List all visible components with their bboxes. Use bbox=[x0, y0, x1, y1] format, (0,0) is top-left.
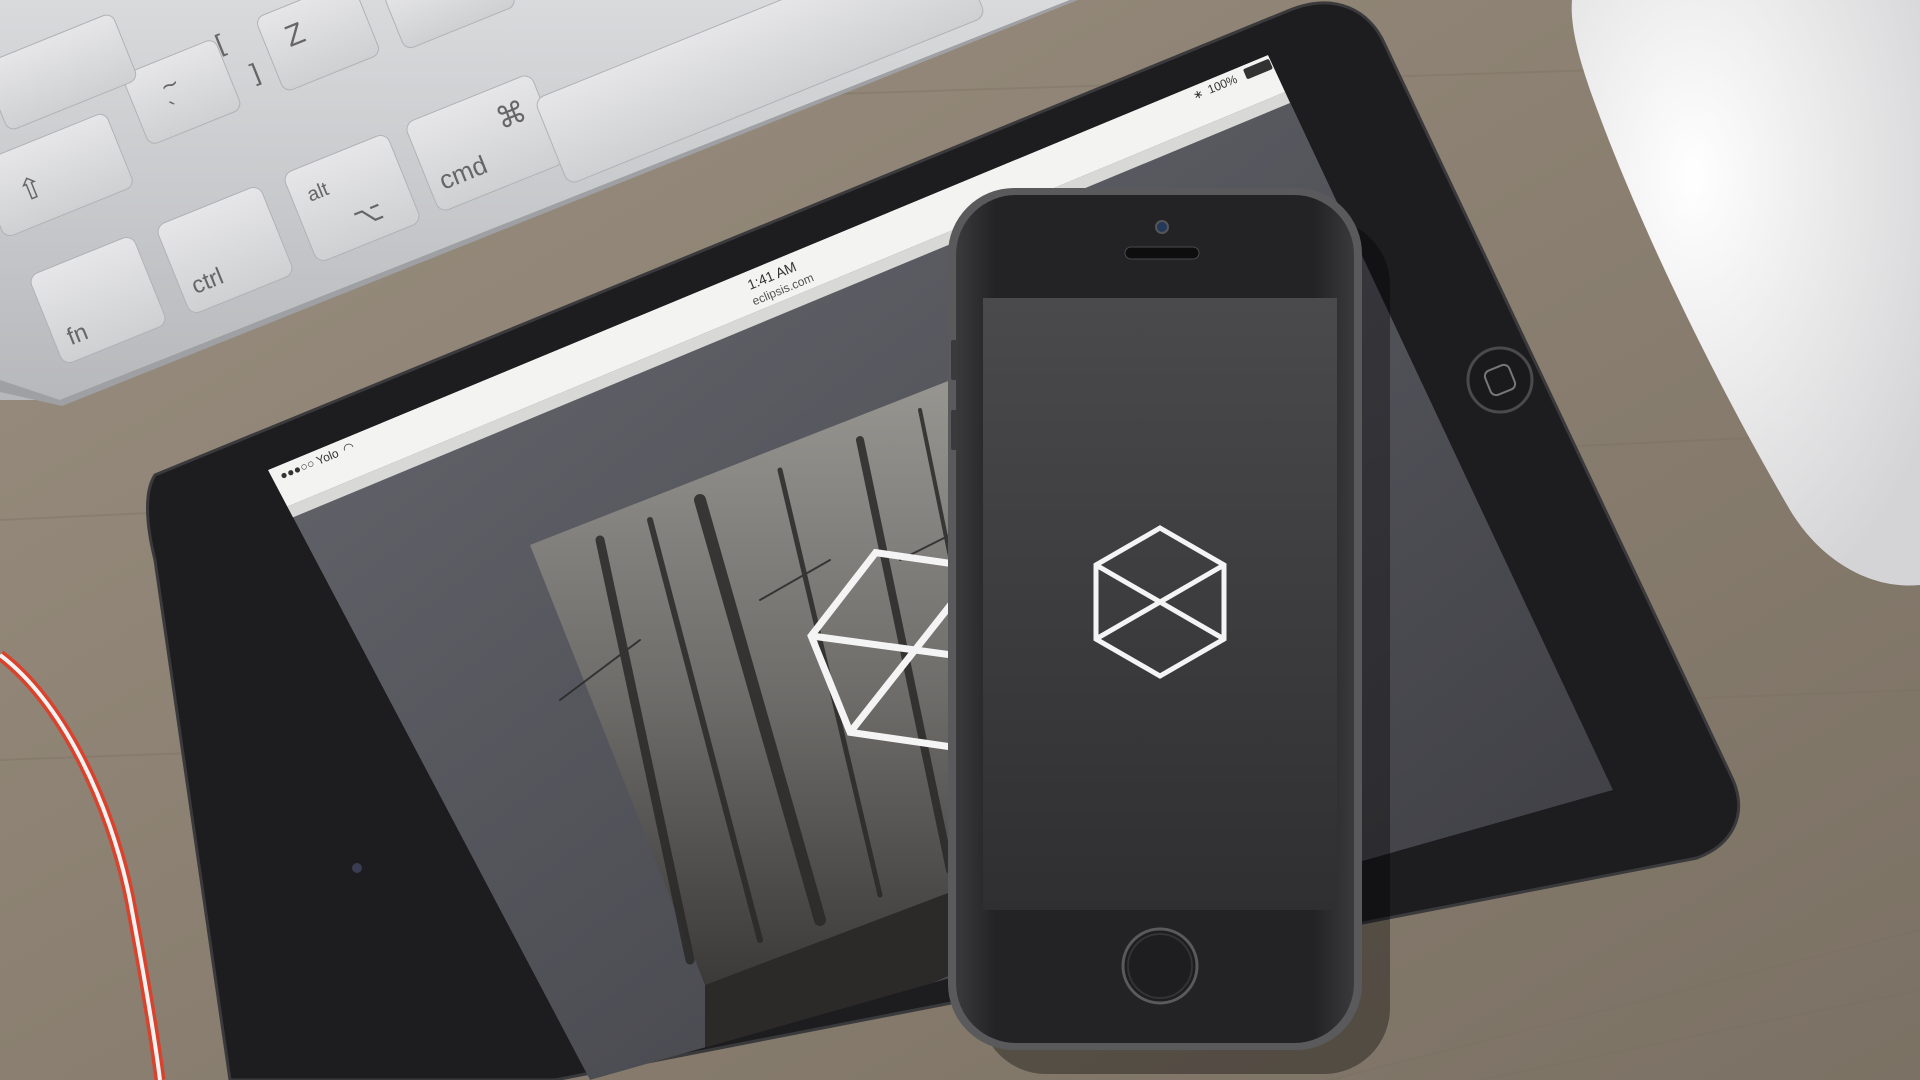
phone-device bbox=[948, 188, 1362, 1050]
home-button-icon[interactable] bbox=[1121, 927, 1199, 1005]
tablet-home-button[interactable] bbox=[1466, 346, 1534, 414]
photo-scene: ~ ` ⇧ Z [ ] fn ctrl alt ⌥ cmd ⌘ ●●●○○ Yo… bbox=[0, 0, 1920, 1080]
tablet-camera bbox=[352, 863, 362, 873]
volume-down-button[interactable] bbox=[951, 410, 957, 450]
volume-up-button[interactable] bbox=[951, 340, 957, 380]
phone-earpiece bbox=[1124, 246, 1200, 260]
phone-front-camera bbox=[1155, 220, 1169, 234]
phone-screen[interactable] bbox=[983, 298, 1337, 910]
